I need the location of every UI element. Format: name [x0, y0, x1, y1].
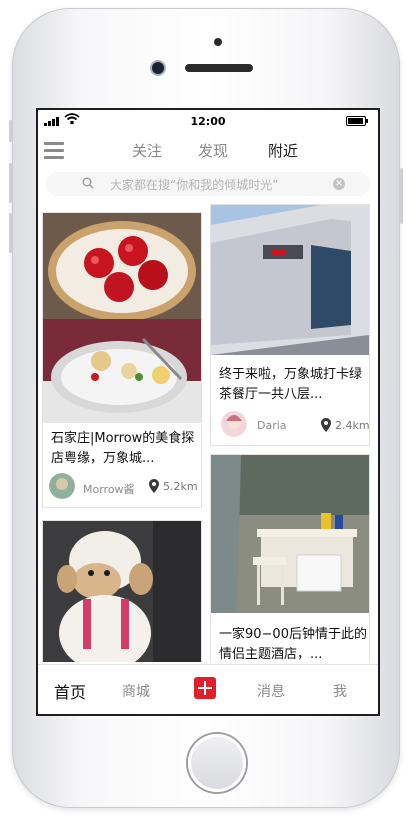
status-bar: 12:00 [38, 110, 378, 132]
author-name: Morrow酱 [83, 483, 135, 496]
nav-mall[interactable]: 商城 [122, 681, 150, 701]
app-screen: 12:00 关注 发现 附近 大家都在搜“你和我的倾城时光” ✕ 石家庄|Mor… [36, 108, 380, 716]
plush-toy-photo [43, 521, 201, 662]
battery-icon [346, 116, 368, 126]
author-name: Daria [257, 419, 287, 432]
status-time: 12:00 [190, 115, 226, 128]
top-navigation: 关注 发现 附近 [38, 134, 378, 168]
volume-up-button [9, 163, 12, 203]
earpiece-speaker [185, 64, 253, 72]
nav-messages[interactable]: 消息 [257, 681, 285, 701]
proximity-sensor [214, 38, 222, 46]
hotel-room-photo [211, 455, 369, 613]
distance-label: 2.4km [335, 419, 370, 432]
tab-discover[interactable]: 发现 [198, 140, 228, 161]
search-bar[interactable]: 大家都在搜“你和我的倾城时光” ✕ [46, 172, 370, 196]
front-camera [152, 62, 164, 74]
distance-label: 5.2km [163, 480, 198, 493]
avatar [221, 411, 247, 437]
search-input[interactable]: 大家都在搜“你和我的倾城时光” [110, 176, 278, 193]
feed-grid: 石家庄|Morrow的美食探店粤缘，万象城... Morrow酱 5.2km 终… [38, 202, 378, 662]
feed-card-1[interactable]: 石家庄|Morrow的美食探店粤缘，万象城... Morrow酱 5.2km [42, 212, 202, 508]
volume-down-button [9, 213, 12, 253]
location-pin-icon [149, 479, 159, 493]
card-title: 终于来啦，万象城打卡绿茶餐厅一共八层... [219, 367, 363, 402]
power-button [400, 168, 403, 224]
location-pin-icon [321, 418, 331, 432]
dessert-photo [43, 319, 201, 423]
clear-icon[interactable]: ✕ [333, 178, 345, 190]
feed-card-4[interactable] [42, 520, 202, 662]
menu-icon[interactable] [44, 142, 64, 159]
card-title: 一家90−00后钟情于此的情侣主题酒店，... [219, 627, 367, 662]
bottom-navigation: 首页 商城 消息 我 [38, 664, 378, 714]
dim-sum-photo [43, 213, 201, 319]
tab-follow[interactable]: 关注 [132, 140, 162, 161]
mall-building-photo [211, 205, 369, 355]
avatar [49, 473, 75, 499]
home-button[interactable] [188, 734, 246, 792]
add-post-button[interactable] [194, 677, 216, 699]
silent-switch [9, 120, 12, 142]
tab-nearby[interactable]: 附近 [268, 140, 298, 161]
nav-me[interactable]: 我 [333, 681, 347, 701]
card-title: 石家庄|Morrow的美食探店粤缘，万象城... [51, 431, 195, 466]
search-icon [82, 177, 94, 189]
nav-home[interactable]: 首页 [54, 679, 86, 703]
feed-card-2[interactable]: 终于来啦，万象城打卡绿茶餐厅一共八层... Daria 2.4km [210, 204, 370, 446]
feed-card-3[interactable]: 一家90−00后钟情于此的情侣主题酒店，... [210, 454, 370, 662]
